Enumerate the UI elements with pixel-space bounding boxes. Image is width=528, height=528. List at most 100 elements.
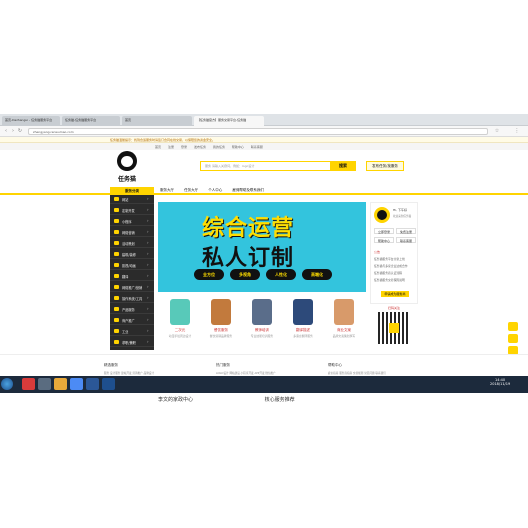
search-input[interactable]: 服务 请输入关键词，例如：logo设计	[200, 161, 350, 171]
forward-icon[interactable]: ›	[10, 128, 16, 134]
sidebar-item-label: 翻译	[122, 275, 129, 279]
login-button[interactable]: 立即登录	[374, 228, 394, 234]
app-icon[interactable]	[22, 378, 35, 390]
chevron-right-icon: ›	[147, 273, 149, 278]
topnav-item[interactable]: 我的任务	[213, 145, 225, 149]
service-card[interactable]: 餐饮服务 餐饮营销品牌服务	[201, 299, 241, 347]
sidebar-item[interactable]: 操作系统/工具 ›	[110, 294, 154, 303]
url-input[interactable]: zhengyang.renwumao.com	[28, 128, 488, 135]
menu-icon[interactable]: ⋮	[514, 128, 520, 134]
main-nav-item[interactable]: 任务大厅	[184, 188, 198, 192]
category-icon	[114, 241, 119, 245]
sidebar-item[interactable]: 翻译 ›	[110, 272, 154, 281]
section-title: 核心服务推荐	[264, 397, 295, 403]
news-item[interactable]: 任务猫服务交易保障说明	[374, 278, 418, 282]
chevron-right-icon: ›	[147, 196, 149, 201]
float-service-icon[interactable]	[508, 322, 518, 331]
carousel-dots[interactable]	[250, 285, 270, 292]
search-button[interactable]: 搜索	[330, 161, 356, 171]
sidebar-item[interactable]: 定制开发 ›	[110, 206, 154, 215]
chrome-icon[interactable]	[70, 378, 83, 390]
clock-date: 2018/11/19	[490, 382, 511, 386]
sidebar-item[interactable]: 网络营销 ›	[110, 228, 154, 237]
register-button[interactable]: 免费注册	[396, 228, 416, 234]
service-card[interactable]: 商业文案 品牌文案策划撰写	[324, 299, 364, 347]
site-logo[interactable]: 任务猫	[110, 150, 144, 190]
service-name: 餐饮服务	[214, 328, 228, 332]
service-name: 商业文案	[337, 328, 351, 332]
topnav-item[interactable]: 登录	[181, 145, 187, 149]
banner-pill: 全方位	[194, 269, 224, 280]
address-bar: ‹ › ↻ zhengyang.renwumao.com ☆ ⋮	[0, 126, 528, 137]
category-icon	[114, 307, 119, 311]
post-task-button[interactable]: 发布任务/找服务	[366, 161, 404, 171]
sidebar-item-label: 网站	[122, 198, 129, 202]
browser-tab[interactable]: 首页	[122, 116, 192, 126]
sidebar-item-label: 求职/兼职	[122, 341, 136, 345]
news-item[interactable]: 任务猫服务平台全新上线	[374, 257, 418, 261]
sidebar-item[interactable]: 求职/兼职 ›	[110, 338, 154, 347]
float-qq-icon[interactable]	[508, 334, 518, 343]
browser-tab-bar: 首页-Dazhangui - 任务猫服务平台 任务猫-任务猫服务平台 首页 【任…	[0, 114, 528, 126]
section-title: 李文的家政中心	[158, 397, 194, 403]
topnav-item[interactable]: 注册	[168, 145, 174, 149]
news-title: 公告	[374, 250, 381, 254]
main-nav: 服务大厅 任务大厅 个人中心 雇佣帮助及联系我们	[160, 188, 273, 193]
service-card[interactable]: 教师培训 专业技能培训服务	[242, 299, 282, 347]
sidebar-item[interactable]: 产品服务 ›	[110, 305, 154, 314]
topnav-item[interactable]: 帮助中心	[232, 145, 244, 149]
category-icon	[114, 197, 119, 201]
cat-avatar-icon	[377, 210, 387, 220]
apply-button[interactable]: 申请成为服务商	[381, 291, 409, 297]
sidebar-item[interactable]: 工业 ›	[110, 327, 154, 336]
service-name: 教师培训	[255, 328, 269, 332]
taskbar-clock[interactable]: 14:40 2018/11/19	[490, 378, 510, 386]
main-nav-item[interactable]: 个人中心	[208, 188, 222, 192]
help-button[interactable]: 帮助中心	[374, 237, 394, 243]
sidebar-item[interactable]: 活动策划 ›	[110, 239, 154, 248]
main-nav-item[interactable]: 服务大厅	[160, 188, 174, 192]
topnav-item[interactable]: 发布任务	[194, 145, 206, 149]
site-top-nav: 首页 注册 登录 发布任务 我的任务 帮助中心 联系客服	[0, 143, 528, 150]
news-item[interactable]: 任务猫服务商认证流程	[374, 271, 418, 275]
app-icon[interactable]	[38, 378, 51, 390]
sidebar-item[interactable]: 建筑/装修 ›	[110, 250, 154, 259]
sidebar-item-label: 小程序	[122, 220, 132, 224]
app-icon[interactable]	[86, 378, 99, 390]
qr-panel: 扫码关注	[370, 306, 418, 350]
service-image	[293, 299, 313, 325]
topnav-item[interactable]: 首页	[155, 145, 161, 149]
promo-banner[interactable]: 综合运营 私人订制 全方位 多视角 人性化 高端化	[158, 202, 366, 292]
browser-tab[interactable]: 首页-Dazhangui - 任务猫服务平台	[2, 116, 60, 126]
service-card[interactable]: 翻译描述 多语言翻译服务	[283, 299, 323, 347]
footer-row[interactable]: 服务 设计服务 建站开发 营销推广 品牌设计	[104, 371, 204, 375]
news-item[interactable]: 任务猫与多家企业达成合作	[374, 264, 418, 268]
sidebar-item[interactable]: 网络推广/营销 ›	[110, 283, 154, 292]
back-icon[interactable]: ‹	[3, 128, 9, 134]
app-icon[interactable]	[102, 378, 115, 390]
main-nav-item[interactable]: 雇佣帮助及联系我们	[232, 188, 264, 192]
reload-icon[interactable]: ↻	[17, 128, 23, 134]
topnav-item[interactable]: 联系客服	[251, 145, 263, 149]
service-card[interactable]: 二次元 动漫手绘周边设计	[160, 299, 200, 347]
os-taskbar: 14:40 2018/11/19	[0, 376, 528, 393]
service-button[interactable]: 联系客服	[396, 237, 416, 243]
sidebar-item[interactable]: 影视/动画 ›	[110, 261, 154, 270]
category-icon	[114, 219, 119, 223]
footer-row[interactable]: 雇主指南 服务商指南 交易规则 常见问题 联系我们	[328, 371, 428, 375]
footer-row[interactable]: LOGO设计 网站建设 小程序开发 APP开发 微信推广	[216, 371, 316, 375]
chevron-right-icon: ›	[147, 218, 149, 223]
start-icon[interactable]	[1, 378, 13, 390]
user-panel: Hi, 下午好 欢迎来到任务猫 立即登录 免费注册 帮助中心 联系客服 公告 任…	[370, 202, 418, 304]
sidebar-item-label: 工业	[122, 330, 129, 334]
app-icon[interactable]	[54, 378, 67, 390]
sidebar-item[interactable]: 小程序 ›	[110, 217, 154, 226]
browser-tab-active[interactable]: 【任务猫官方】服务交易平台-任务猫	[194, 116, 264, 126]
category-title[interactable]: 服务分类	[110, 187, 154, 195]
star-icon[interactable]: ☆	[494, 128, 500, 134]
service-cards: 二次元 动漫手绘周边设计 餐饮服务 餐饮营销品牌服务 教师培训 专业技能培训服务 翻译描述多…	[158, 295, 366, 350]
sidebar-item[interactable]: 商户推广 ›	[110, 316, 154, 325]
browser-tab[interactable]: 任务猫-任务猫服务平台	[62, 116, 120, 126]
category-sidebar: 网站 › 定制开发 › 小程序 › 网络营销 › 活动策划 › 建筑/装修 › 影视/动画 › 翻译 › 网络推…	[110, 195, 154, 350]
sidebar-item[interactable]: 网站 ›	[110, 195, 154, 204]
